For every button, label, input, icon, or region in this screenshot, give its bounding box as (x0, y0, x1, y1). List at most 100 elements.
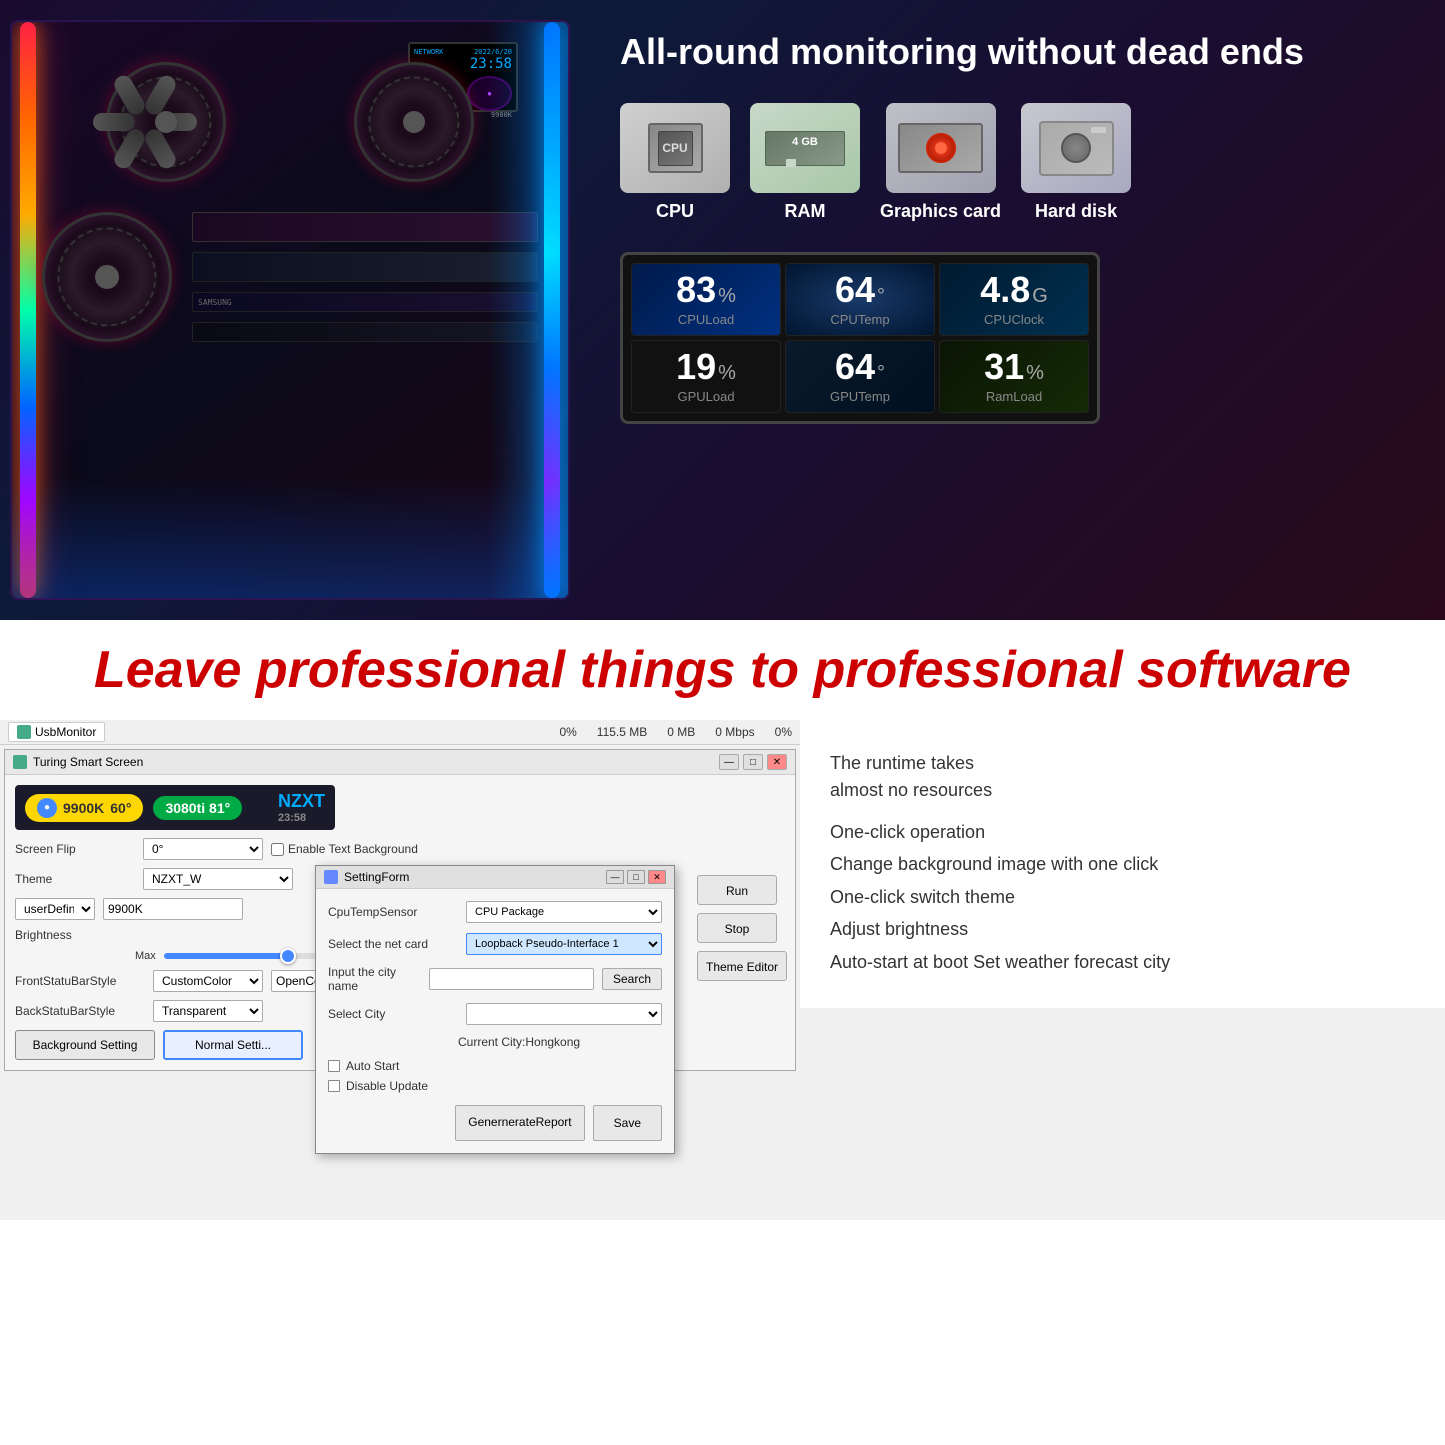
cpu-temp-label: CPUTemp (830, 312, 889, 327)
gpu-load-value: 19 (676, 349, 716, 385)
gpu-temp-unit: ° (877, 362, 885, 385)
right-desc-item-3: One-click switch theme (830, 881, 1415, 913)
fans-row2: SAMSUNG (12, 192, 568, 352)
minimize-button[interactable]: — (719, 754, 739, 770)
stat-cpu-temp: 64 ° CPUTemp (785, 263, 935, 336)
ram-icon-box: 4 GB (750, 103, 860, 193)
screen-flip-row: Screen Flip 0° Enable Text Background (15, 838, 785, 860)
fan3 (42, 212, 172, 342)
dialog-title-left: SettingForm (324, 870, 409, 884)
normal-setting-button[interactable]: Normal Setti... (163, 1030, 303, 1060)
promo-section: Leave professional things to professiona… (0, 620, 1445, 720)
taskbar-app-name: UsbMonitor (35, 725, 96, 739)
cpu-load-value: 83 (676, 272, 716, 308)
close-button[interactable]: ✕ (767, 754, 787, 770)
stat-gpu-load: 19 % GPULoad (631, 340, 781, 413)
net-card-select[interactable]: Loopback Pseudo-Interface 1 (466, 933, 662, 955)
disable-update-row: Disable Update (328, 1079, 662, 1093)
taskbar: UsbMonitor 0% 115.5 MB 0 MB 0 Mbps 0% (0, 720, 800, 745)
window-controls: — □ ✕ (719, 754, 787, 770)
hw-item-gpu: Graphics card (880, 103, 1001, 222)
select-city-select[interactable] (466, 1003, 662, 1025)
app-area: UsbMonitor 0% 115.5 MB 0 MB 0 Mbps 0% Tu… (0, 720, 800, 1075)
cpu-load-label: CPULoad (678, 312, 734, 327)
right-desc-item-1: One-click operation (830, 816, 1415, 848)
pc-case: NETWORK2022/6/20 23:58 ● ● 9900K (10, 20, 570, 600)
brightness-max: Max (135, 950, 156, 962)
main-window-container: Turing Smart Screen — □ ✕ ● (0, 749, 800, 1071)
taskbar-stats: 0% 115.5 MB 0 MB 0 Mbps 0% (559, 725, 792, 739)
gpu-temp-label: GPUTemp (830, 389, 890, 404)
hw-item-cpu: CPU CPU (620, 103, 730, 222)
screen-flip-label: Screen Flip (15, 842, 135, 856)
taskbar-cpu-pct: 0% (559, 725, 576, 739)
setting-form-dialog: SettingForm — □ ✕ CpuTempSensor (315, 865, 675, 1154)
dialog-minimize-button[interactable]: — (606, 870, 624, 884)
taskbar-app-icon (17, 725, 31, 739)
user-define-select[interactable]: userDefine1 (15, 898, 95, 920)
dialog-maximize-button[interactable]: □ (627, 870, 645, 884)
preview-cpu-chip: 9900K (63, 800, 104, 816)
theme-editor-button[interactable]: Theme Editor (697, 951, 787, 981)
back-status-select[interactable]: Transparent (153, 1000, 263, 1022)
ram-load-label: RamLoad (986, 389, 1042, 404)
fan2 (354, 62, 474, 182)
cpu-temp-value: 64 (835, 272, 875, 308)
dialog-controls: — □ ✕ (606, 870, 666, 884)
cpu-load-unit: % (718, 285, 736, 308)
right-desc-item-4: Adjust brightness (830, 913, 1415, 945)
hardware-icons: CPU CPU 4 GB RAM (620, 103, 1415, 222)
generate-report-button[interactable]: GenernerateReport (455, 1105, 584, 1141)
screen-flip-select[interactable]: 0° (143, 838, 263, 860)
generate-report-label: GenernerateReport (468, 1115, 571, 1129)
right-desc-line1: The runtime takes (830, 753, 974, 773)
ram-body: 4 GB (765, 131, 845, 166)
front-status-select[interactable]: CustomColor (153, 970, 263, 992)
user-define-input[interactable] (103, 898, 243, 920)
disable-update-checkbox[interactable] (328, 1080, 340, 1092)
promo-title: Leave professional things to professiona… (40, 640, 1405, 700)
maximize-button[interactable]: □ (743, 754, 763, 770)
hw-label-gpu: Graphics card (880, 201, 1001, 222)
window-titlebar: Turing Smart Screen — □ ✕ (5, 750, 795, 775)
current-city-label: Current City:Hongkong (328, 1035, 662, 1049)
cpu-temp-sensor-select[interactable]: CPU Package (466, 901, 662, 923)
cpu-temp-sensor-row: CpuTempSensor CPU Package (328, 901, 662, 923)
window-title-left: Turing Smart Screen (13, 755, 143, 769)
preview-gpu-temp: 81° (209, 800, 230, 816)
run-button[interactable]: Run (697, 875, 777, 905)
cpu-icon-box: CPU (620, 103, 730, 193)
brightness-label: Brightness (15, 928, 135, 942)
city-name-input[interactable] (429, 968, 594, 990)
preview-gpu-chip: 3080ti (165, 800, 205, 816)
dialog-close-button[interactable]: ✕ (648, 870, 666, 884)
hw-label-hdd: Hard disk (1035, 201, 1117, 222)
pc-image-area: NETWORK2022/6/20 23:58 ● ● 9900K (0, 0, 580, 620)
net-card-row: Select the net card Loopback Pseudo-Inte… (328, 933, 662, 955)
ram-label: 4 GB (792, 136, 818, 148)
search-button[interactable]: Search (602, 968, 662, 990)
select-city-row: Select City (328, 1003, 662, 1025)
ram-load-value: 31 (984, 349, 1024, 385)
preview-brand: NZXT 23:58 (278, 791, 325, 824)
auto-start-checkbox[interactable] (328, 1060, 340, 1072)
stop-button[interactable]: Stop (697, 913, 777, 943)
right-desc-title: The runtime takes almost no resources (830, 750, 1415, 804)
taskbar-app[interactable]: UsbMonitor (8, 722, 105, 742)
background-setting-button[interactable]: Background Setting (15, 1030, 155, 1060)
save-button[interactable]: Save (593, 1105, 662, 1141)
enable-text-bg-checkbox[interactable] (271, 843, 284, 856)
main-window: Turing Smart Screen — □ ✕ ● (4, 749, 796, 1071)
window-title: Turing Smart Screen (33, 755, 143, 769)
gpu-icon-box (886, 103, 996, 193)
hdd-icon-box (1021, 103, 1131, 193)
back-status-label: BackStatuBarStyle (15, 1004, 145, 1018)
window-inner: ● 9900K 60° 3080ti 81° NZXT 23:58 (5, 775, 795, 1070)
auto-start-row: Auto Start (328, 1059, 662, 1073)
theme-select[interactable]: NZXT_W (143, 868, 293, 890)
hw-label-cpu: CPU (656, 201, 694, 222)
chip-icon-cpu: ● (37, 798, 57, 818)
preview-chip-cpu: ● 9900K 60° (25, 794, 143, 822)
disable-update-label: Disable Update (346, 1079, 428, 1093)
rgb-strip-right (544, 22, 560, 598)
